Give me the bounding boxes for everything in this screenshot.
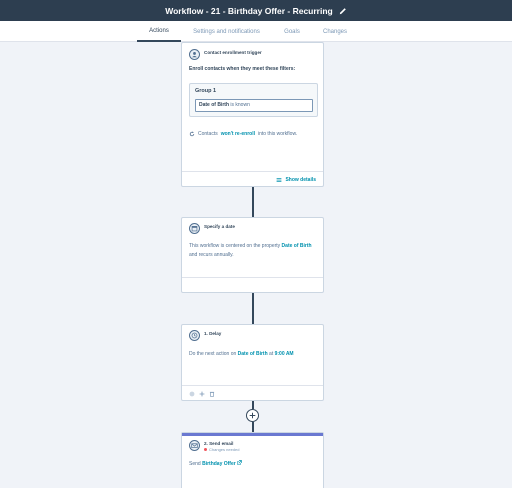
tab-changes[interactable]: Changes <box>312 21 358 42</box>
refresh-icon <box>189 131 195 137</box>
card-header: 1. Delay <box>189 330 221 341</box>
connector-line <box>252 422 254 432</box>
send-email-card[interactable]: 2. Send email Changes needed Send Birthd… <box>181 432 324 488</box>
card-title: Specify a date <box>204 224 235 229</box>
plus-icon <box>249 412 256 419</box>
status-badge: Changes needed <box>204 447 239 452</box>
email-card-description: Send Birthday Offer <box>189 460 316 469</box>
card-title-group: 2. Send email Changes needed <box>204 440 239 452</box>
add-action-button[interactable] <box>246 409 259 422</box>
trigger-heading: Enroll contacts when they meet these fil… <box>189 66 296 72</box>
email-link[interactable]: Birthday Offer <box>202 461 236 467</box>
card-title: 2. Send email <box>204 441 234 446</box>
list-icon <box>277 178 282 182</box>
email-icon <box>189 440 200 451</box>
show-details-button[interactable]: Show details <box>276 177 316 183</box>
reenroll-note: Contacts won't re-enroll into this workf… <box>189 131 297 137</box>
workflow-header: Workflow - 21 - Birthday Offer - Recurri… <box>0 0 512 21</box>
card-header: 2. Send email Changes needed <box>189 440 239 452</box>
card-footer <box>182 277 323 292</box>
footer-icons <box>189 391 215 397</box>
external-link-icon[interactable] <box>237 460 242 465</box>
card-title: 1. Delay <box>204 331 222 336</box>
delay-card[interactable]: 1. Delay Do the next action on Date of B… <box>181 324 324 401</box>
status-dot <box>204 448 207 451</box>
connector-line <box>252 293 254 324</box>
workflow-tabs: Actions Settings and notifications Goals… <box>0 21 512 42</box>
filter-property: Date of Birth <box>199 102 229 108</box>
card-accent-bar <box>182 433 323 436</box>
card-title: Contact enrollment trigger <box>204 50 262 55</box>
group-title: Group 1 <box>195 88 217 94</box>
calendar-icon <box>189 223 200 234</box>
filter-chip[interactable]: Date of Birth is known <box>195 99 313 112</box>
card-header: Specify a date <box>189 223 235 234</box>
specify-date-card[interactable]: Specify a date This workflow is centered… <box>181 217 324 293</box>
move-icon[interactable] <box>199 391 205 397</box>
connector-line <box>252 401 254 409</box>
connector-line <box>252 187 254 217</box>
pencil-icon[interactable] <box>339 7 347 15</box>
card-header: Contact enrollment trigger <box>189 49 262 60</box>
clock-icon <box>189 330 200 341</box>
time-link[interactable]: 9:00 AM <box>275 351 294 357</box>
enrollment-trigger-card[interactable]: Contact enrollment trigger Enroll contac… <box>181 42 324 187</box>
workflow-title: Workflow - 21 - Birthday Offer - Recurri… <box>165 5 333 16</box>
tab-actions[interactable]: Actions <box>137 21 181 42</box>
tab-goals[interactable]: Goals <box>272 21 312 42</box>
delete-icon[interactable] <box>209 391 215 397</box>
enrollment-trigger-icon <box>189 49 200 60</box>
reenroll-link[interactable]: won't re-enroll <box>221 131 255 137</box>
tab-settings-and-notifications[interactable]: Settings and notifications <box>181 21 272 42</box>
card-footer: Show details <box>182 171 323 186</box>
delay-card-description: Do the next action on Date of Birth at 9… <box>189 351 294 357</box>
property-link[interactable]: Date of Birth <box>238 351 268 357</box>
card-footer <box>182 385 323 400</box>
filter-group[interactable]: Group 1 Date of Birth is known <box>189 83 318 117</box>
edit-icon[interactable] <box>189 391 195 397</box>
filter-condition: is known <box>230 102 250 108</box>
property-link[interactable]: Date of Birth <box>282 243 312 249</box>
date-card-description: This workflow is centered on the propert… <box>189 243 312 258</box>
